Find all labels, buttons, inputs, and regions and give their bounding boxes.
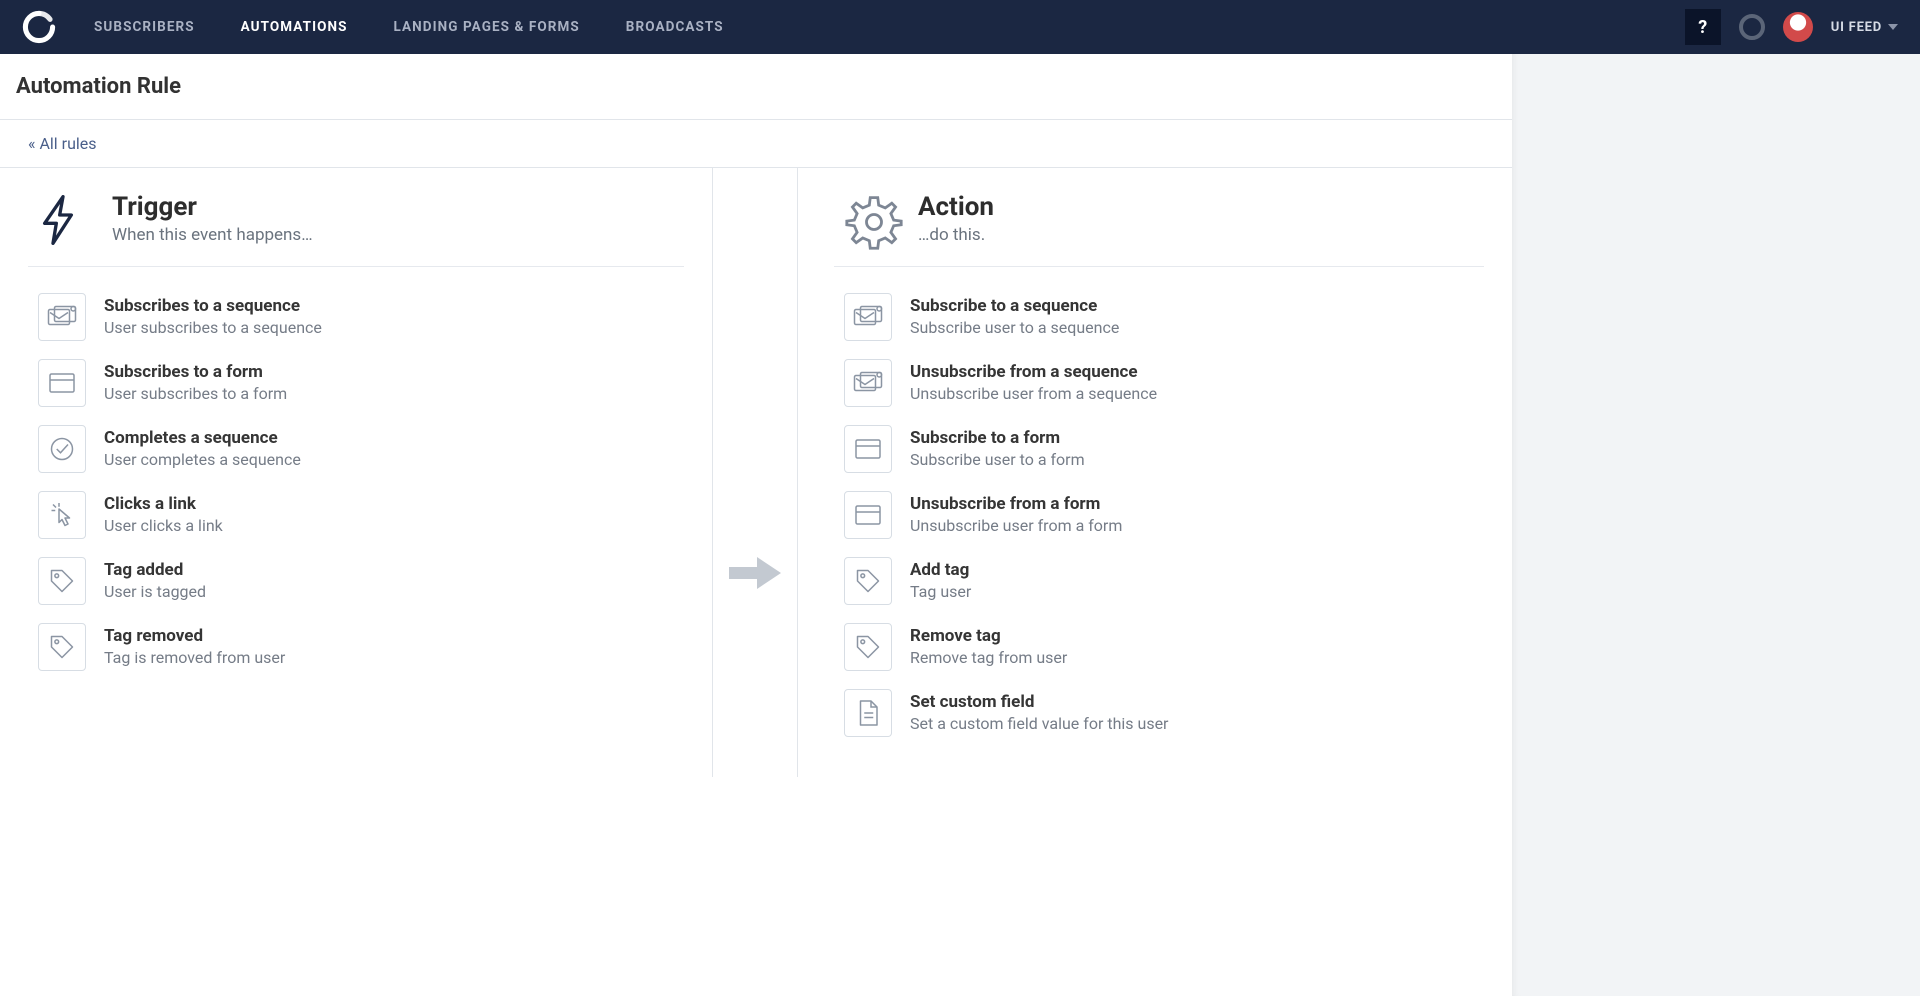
form-icon <box>844 425 892 473</box>
form-icon <box>844 491 892 539</box>
trigger-icon <box>38 192 86 248</box>
trigger-option[interactable]: Tag addedUser is tagged <box>38 557 684 605</box>
column-divider <box>712 168 798 777</box>
trigger-option[interactable]: Clicks a linkUser clicks a link <box>38 491 684 539</box>
trigger-option-desc: User clicks a link <box>104 516 223 536</box>
sequence-icon <box>38 293 86 341</box>
check-icon <box>38 425 86 473</box>
action-icon <box>844 192 892 248</box>
form-icon <box>38 359 86 407</box>
trigger-option[interactable]: Subscribes to a sequenceUser subscribes … <box>38 293 684 341</box>
nav-landing[interactable]: LANDING PAGES & FORMS <box>394 19 580 35</box>
action-option-desc: Subscribe user to a sequence <box>910 318 1119 338</box>
logo[interactable] <box>22 10 56 44</box>
right-gutter <box>1512 54 1920 996</box>
lightning-bolt-icon <box>38 192 78 248</box>
action-option[interactable]: Unsubscribe from a formUnsubscribe user … <box>844 491 1484 539</box>
user-menu[interactable]: UI FEED <box>1831 20 1898 35</box>
action-heading: Action <box>918 192 994 223</box>
doc-icon <box>844 689 892 737</box>
action-option-title: Subscribe to a form <box>910 428 1085 449</box>
trigger-heading: Trigger <box>112 192 313 223</box>
trigger-option-title: Subscribes to a sequence <box>104 296 322 317</box>
action-option-desc: Remove tag from user <box>910 648 1067 668</box>
action-option[interactable]: Set custom fieldSet a custom field value… <box>844 689 1484 737</box>
logo-icon <box>22 10 56 44</box>
action-option-title: Set custom field <box>910 692 1168 713</box>
trigger-option[interactable]: Completes a sequenceUser completes a seq… <box>38 425 684 473</box>
trigger-option-desc: User completes a sequence <box>104 450 301 470</box>
gear-icon <box>844 192 904 252</box>
tag-icon <box>844 557 892 605</box>
trigger-option[interactable]: Tag removedTag is removed from user <box>38 623 684 671</box>
action-option-desc: Set a custom field value for this user <box>910 714 1168 734</box>
nav-automations[interactable]: AUTOMATIONS <box>241 19 348 35</box>
user-name: UI FEED <box>1831 20 1882 35</box>
action-option-title: Remove tag <box>910 626 1067 647</box>
trigger-option-title: Clicks a link <box>104 494 223 515</box>
nav-links: SUBSCRIBERS AUTOMATIONS LANDING PAGES & … <box>94 19 724 35</box>
breadcrumb-bar: « All rules <box>0 120 1512 168</box>
page-header: Automation Rule <box>0 54 1512 120</box>
tag-icon <box>844 623 892 671</box>
action-option-desc: Unsubscribe user from a form <box>910 516 1122 536</box>
trigger-option-desc: User is tagged <box>104 582 206 602</box>
trigger-option[interactable]: Subscribes to a formUser subscribes to a… <box>38 359 684 407</box>
arrow-right-icon <box>727 553 783 593</box>
click-icon <box>38 491 86 539</box>
tag-icon <box>38 623 86 671</box>
trigger-option-title: Completes a sequence <box>104 428 301 449</box>
trigger-column: Trigger When this event happens… Subscri… <box>0 168 712 777</box>
chevron-down-icon <box>1888 24 1898 30</box>
action-option-title: Add tag <box>910 560 971 581</box>
action-option-desc: Subscribe user to a form <box>910 450 1085 470</box>
trigger-subheading: When this event happens… <box>112 225 313 245</box>
status-ring-icon <box>1739 14 1765 40</box>
action-option-title: Subscribe to a sequence <box>910 296 1119 317</box>
rule-builder: Trigger When this event happens… Subscri… <box>0 168 1512 777</box>
trigger-option-title: Tag removed <box>104 626 285 647</box>
action-option-title: Unsubscribe from a form <box>910 494 1122 515</box>
trigger-list: Subscribes to a sequenceUser subscribes … <box>28 293 684 671</box>
action-option[interactable]: Unsubscribe from a sequenceUnsubscribe u… <box>844 359 1484 407</box>
trigger-option-desc: Tag is removed from user <box>104 648 285 668</box>
action-option-desc: Unsubscribe user from a sequence <box>910 384 1157 404</box>
action-option-desc: Tag user <box>910 582 971 602</box>
trigger-option-title: Tag added <box>104 560 206 581</box>
nav-subscribers[interactable]: SUBSCRIBERS <box>94 19 195 35</box>
trigger-option-desc: User subscribes to a sequence <box>104 318 322 338</box>
nav-broadcasts[interactable]: BROADCASTS <box>626 19 724 35</box>
action-list: Subscribe to a sequenceSubscribe user to… <box>834 293 1484 737</box>
action-option[interactable]: Subscribe to a sequenceSubscribe user to… <box>844 293 1484 341</box>
help-button[interactable]: ? <box>1685 9 1721 45</box>
action-option-title: Unsubscribe from a sequence <box>910 362 1157 383</box>
trigger-option-desc: User subscribes to a form <box>104 384 287 404</box>
back-all-rules-link[interactable]: « All rules <box>28 134 97 153</box>
tag-icon <box>38 557 86 605</box>
top-nav: SUBSCRIBERS AUTOMATIONS LANDING PAGES & … <box>0 0 1920 54</box>
sequence-icon <box>844 293 892 341</box>
action-option[interactable]: Subscribe to a formSubscribe user to a f… <box>844 425 1484 473</box>
action-column: Action …do this. Subscribe to a sequence… <box>798 168 1512 777</box>
action-option[interactable]: Remove tagRemove tag from user <box>844 623 1484 671</box>
action-option[interactable]: Add tagTag user <box>844 557 1484 605</box>
avatar[interactable] <box>1783 12 1813 42</box>
action-subheading: …do this. <box>918 225 994 245</box>
page-title: Automation Rule <box>16 74 181 99</box>
trigger-option-title: Subscribes to a form <box>104 362 287 383</box>
sequence-icon <box>844 359 892 407</box>
